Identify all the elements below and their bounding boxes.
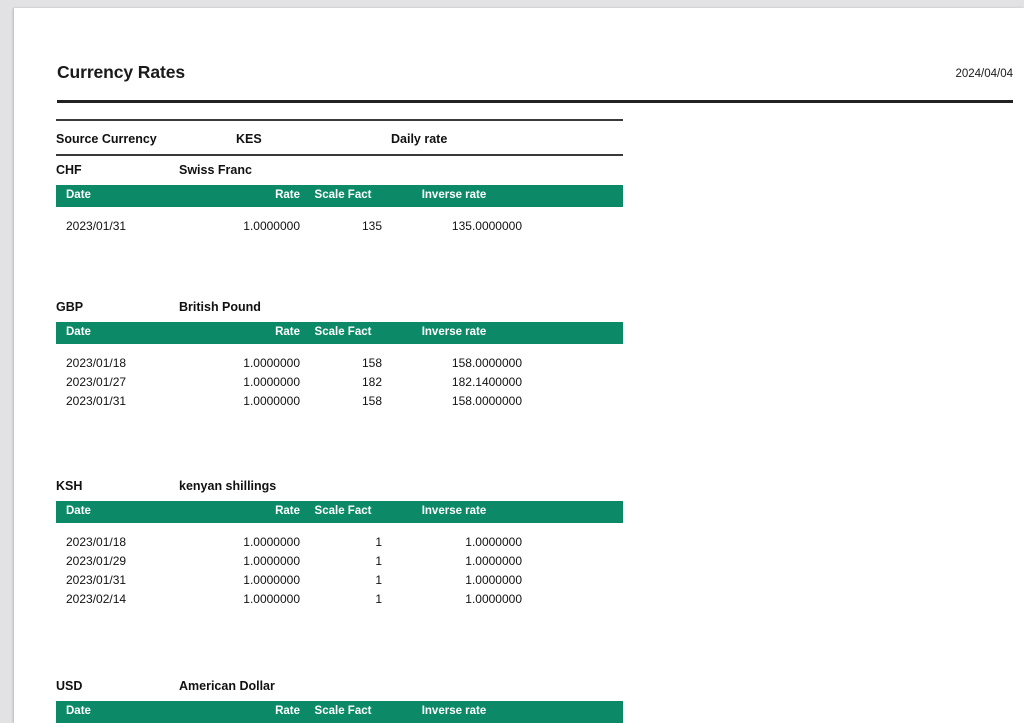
cell-inverse-rate: 1.0000000 <box>465 554 522 568</box>
currency-name: kenyan shillings <box>179 479 277 493</box>
table-body: 2023/01/31 1.0000000 135 135.0000000 <box>56 207 623 238</box>
cell-scale-fact: 1 <box>375 573 382 587</box>
summary-row: Source Currency KES Daily rate <box>56 121 623 154</box>
column-header-scale-fact: Scale Fact <box>314 189 372 201</box>
currency-section-heading: USD American Dollar <box>56 679 623 701</box>
currency-name: Swiss Franc <box>179 163 252 177</box>
column-header-rate: Rate <box>275 189 300 201</box>
column-header-inverse-rate: Inverse rate <box>421 705 487 717</box>
cell-rate: 1.0000000 <box>243 554 300 568</box>
column-header-scale-fact: Scale Fact <box>314 505 372 517</box>
cell-inverse-rate: 158.0000000 <box>451 356 522 370</box>
column-header-inverse-rate: Inverse rate <box>421 189 487 201</box>
table-row: 2023/02/14 1.0000000 1 1.0000000 <box>56 592 623 611</box>
cell-rate: 1.0000000 <box>243 573 300 587</box>
cell-scale-fact: 1 <box>375 592 382 606</box>
column-header-rate: Rate <box>275 505 300 517</box>
cell-rate: 1.0000000 <box>243 394 300 408</box>
currency-section-heading: KSH kenyan shillings <box>56 479 623 501</box>
cell-scale-fact: 158 <box>361 394 382 408</box>
cell-scale-fact: 135 <box>361 219 382 233</box>
column-header-rate: Rate <box>275 705 300 717</box>
table-column-header: Date Rate Scale Fact Inverse rate <box>56 185 623 207</box>
report-page: Currency Rates 2024/04/04 Source Currenc… <box>14 8 1024 723</box>
currency-code: KSH <box>56 479 83 493</box>
column-header-date: Date <box>66 326 91 338</box>
cell-date: 2023/01/31 <box>66 394 127 408</box>
column-header-rate: Rate <box>275 326 300 338</box>
table-row: 2023/01/27 1.0000000 182 182.1400000 <box>56 375 623 394</box>
table-body: 2023/01/18 1.0000000 1 1.0000000 2023/01/29 1… <box>56 523 623 611</box>
currency-section-ksh: KSH kenyan shillings Date Rate Scale Fact Inv… <box>56 479 623 611</box>
cell-rate: 1.0000000 <box>243 356 300 370</box>
table-row: 2023/01/18 1.0000000 1 1.0000000 <box>56 535 623 554</box>
cell-inverse-rate: 1.0000000 <box>465 592 522 606</box>
cell-inverse-rate: 135.0000000 <box>451 219 522 233</box>
column-header-inverse-rate: Inverse rate <box>421 326 487 338</box>
currency-section-chf: CHF Swiss Franc Date Rate Scale Fact Inverse … <box>56 163 623 238</box>
source-currency-label: Source Currency <box>56 132 157 146</box>
table-row: 2023/01/18 1.0000000 158 158.0000000 <box>56 356 623 375</box>
cell-date: 2023/01/27 <box>66 375 127 389</box>
table-body: 2023/01/18 1.0000000 158 158.0000000 2023/01… <box>56 344 623 413</box>
currency-section-heading: CHF Swiss Franc <box>56 163 623 185</box>
column-header-date: Date <box>66 705 91 717</box>
currency-code: GBP <box>56 300 84 314</box>
currency-code: CHF <box>56 163 82 177</box>
currency-code: USD <box>56 679 83 693</box>
cell-scale-fact: 1 <box>375 535 382 549</box>
cell-date: 2023/01/31 <box>66 573 127 587</box>
table-column-header: Date Rate Scale Fact Inverse rate <box>56 322 623 344</box>
source-currency-value: KES <box>236 132 262 146</box>
table-column-header: Date Rate Scale Fact Inverse rate <box>56 701 623 723</box>
cell-rate: 1.0000000 <box>243 592 300 606</box>
column-header-scale-fact: Scale Fact <box>314 705 372 717</box>
cell-date: 2023/01/18 <box>66 535 127 549</box>
report-header: Currency Rates 2024/04/04 <box>14 8 1024 103</box>
cell-date: 2023/02/14 <box>66 592 127 606</box>
title-divider <box>57 100 1013 103</box>
cell-date: 2023/01/31 <box>66 219 127 233</box>
summary-divider-bottom <box>56 154 623 156</box>
cell-scale-fact: 1 <box>375 554 382 568</box>
table-row: 2023/01/29 1.0000000 1 1.0000000 <box>56 554 623 573</box>
cell-rate: 1.0000000 <box>243 535 300 549</box>
table-row: 2023/01/31 1.0000000 1 1.0000000 <box>56 573 623 592</box>
column-header-inverse-rate: Inverse rate <box>421 505 487 517</box>
currency-name: British Pound <box>179 300 261 314</box>
source-currency-summary: Source Currency KES Daily rate <box>56 119 623 156</box>
cell-inverse-rate: 1.0000000 <box>465 573 522 587</box>
column-header-date: Date <box>66 505 91 517</box>
cell-inverse-rate: 1.0000000 <box>465 535 522 549</box>
currency-section-gbp: GBP British Pound Date Rate Scale Fact Invers… <box>56 300 623 413</box>
currency-section-heading: GBP British Pound <box>56 300 623 322</box>
cell-inverse-rate: 158.0000000 <box>451 394 522 408</box>
currency-section-usd: USD American Dollar Date Rate Scale Fact Inve… <box>56 679 623 723</box>
report-date: 2024/04/04 <box>955 68 1013 80</box>
column-header-scale-fact: Scale Fact <box>314 326 372 338</box>
cell-rate: 1.0000000 <box>243 219 300 233</box>
cell-rate: 1.0000000 <box>243 375 300 389</box>
cell-scale-fact: 182 <box>361 375 382 389</box>
table-row: 2023/01/31 1.0000000 135 135.0000000 <box>56 219 623 238</box>
cell-inverse-rate: 182.1400000 <box>451 375 522 389</box>
rate-type-label: Daily rate <box>391 132 448 146</box>
cell-date: 2023/01/18 <box>66 356 127 370</box>
cell-scale-fact: 158 <box>361 356 382 370</box>
column-header-date: Date <box>66 189 91 201</box>
table-column-header: Date Rate Scale Fact Inverse rate <box>56 501 623 523</box>
currency-name: American Dollar <box>179 679 275 693</box>
table-row: 2023/01/31 1.0000000 158 158.0000000 <box>56 394 623 413</box>
cell-date: 2023/01/29 <box>66 554 127 568</box>
